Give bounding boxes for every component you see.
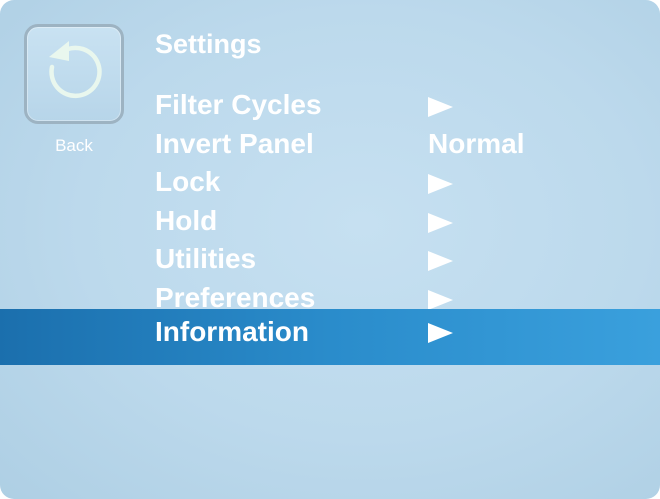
right-arrow-icon (428, 97, 453, 117)
menu-item-filter-cycles[interactable]: Filter Cycles (0, 86, 660, 125)
menu-item-invert-panel[interactable]: Invert Panel Normal (0, 125, 660, 164)
right-arrow-icon (428, 212, 453, 233)
menu-item-label: Utilities (155, 243, 257, 274)
menu-item-information[interactable]: Information (0, 309, 660, 365)
settings-screen: Back Settings Filter Cycles Invert Panel… (0, 0, 660, 499)
menu-item-label: Hold (155, 204, 218, 236)
menu-item-hold[interactable]: Hold (0, 202, 660, 241)
menu-item-value: Normal (428, 127, 525, 159)
menu-item-label: Invert Panel (155, 127, 314, 159)
menu-item-label: Filter Cycles (155, 89, 322, 120)
right-arrow-icon (428, 251, 453, 271)
right-arrow-icon (428, 174, 453, 194)
page-title: Settings (155, 29, 262, 59)
menu-item-label: Information (155, 316, 309, 347)
right-arrow-icon (428, 323, 453, 343)
right-arrow-icon (428, 289, 453, 310)
menu-item-utilities[interactable]: Utilities (0, 240, 660, 279)
menu-item-label: Lock (155, 166, 221, 197)
settings-menu: Filter Cycles Invert Panel Normal Lock H… (0, 86, 660, 365)
menu-item-lock[interactable]: Lock (0, 163, 660, 202)
